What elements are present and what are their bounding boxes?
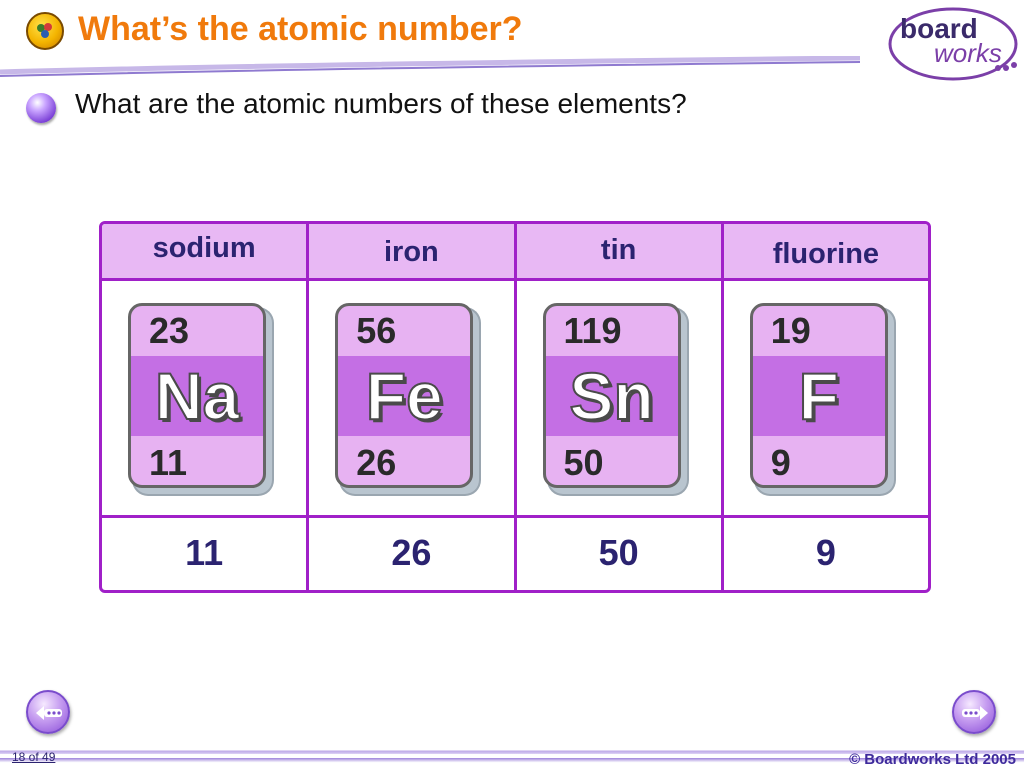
tile-cell: 23 Na 11 <box>102 281 310 515</box>
element-name: tin <box>600 234 637 266</box>
mass-number: 119 <box>563 310 622 351</box>
answer-value: 26 <box>391 532 432 573</box>
element-symbol: Na <box>154 358 240 434</box>
bullet-icon <box>26 93 56 123</box>
tile-cell: 119 Sn 50 <box>517 281 724 515</box>
tile-cell: 56 Fe 26 <box>309 281 517 515</box>
element-tile-tin: 119 Sn 50 <box>542 303 681 488</box>
page-title: What’s the atomic number? <box>78 10 523 48</box>
boardworks-badge-icon <box>26 12 64 50</box>
answer-cell[interactable]: 26 <box>309 518 517 590</box>
answer-cell[interactable]: 9 <box>724 518 928 590</box>
logo-text-works: works <box>934 38 1002 68</box>
element-symbol: Sn <box>568 358 654 434</box>
element-tile-fluorine: 19 F 9 <box>749 303 888 488</box>
mass-number: 19 <box>770 310 811 351</box>
atomic-number: 11 <box>149 442 188 483</box>
mass-number: 56 <box>356 310 397 351</box>
question-text: What are the atomic numbers of these ele… <box>75 88 687 119</box>
tile-cell: 19 F 9 <box>724 281 928 515</box>
next-arrow-icon <box>962 706 988 720</box>
element-tile-iron: 56 Fe 26 <box>335 303 474 488</box>
title-underline <box>0 56 860 77</box>
atomic-number: 26 <box>356 442 397 483</box>
element-tile-sodium: 23 Na 11 <box>128 303 266 488</box>
header-cell: sodium <box>102 224 310 278</box>
element-symbol: F <box>798 358 840 434</box>
element-name: sodium <box>152 232 256 264</box>
element-name: iron <box>383 236 439 268</box>
element-name: fluorine <box>772 238 880 270</box>
answer-value: 50 <box>598 532 639 573</box>
atomic-number: 50 <box>563 442 604 483</box>
answer-value: 9 <box>815 532 836 573</box>
table-answer-row: 11 26 50 9 <box>102 518 928 590</box>
copyright-text: © Boardworks Ltd 2005 <box>849 751 1016 768</box>
answer-cell[interactable]: 50 <box>517 518 724 590</box>
atomic-number: 9 <box>770 442 791 483</box>
answer-cell[interactable]: 11 <box>102 518 310 590</box>
next-slide-button[interactable] <box>952 690 996 734</box>
mass-number: 23 <box>149 310 190 351</box>
header-cell: fluorine <box>724 224 928 278</box>
answer-value: 11 <box>185 532 224 573</box>
previous-slide-button[interactable] <box>26 690 70 734</box>
header-cell: tin <box>517 224 724 278</box>
table-tiles-row: 23 Na 11 56 Fe 26 119 Sn 50 19 F 9 <box>102 281 928 518</box>
elements-table: sodium iron tin fluorine 23 Na 11 56 Fe <box>99 221 931 593</box>
table-header-row: sodium iron tin fluorine <box>102 224 928 281</box>
prev-arrow-icon <box>36 706 62 720</box>
header-cell: iron <box>309 224 517 278</box>
page-counter[interactable]: 18 of 49 <box>12 750 55 764</box>
element-symbol: Fe <box>365 358 444 434</box>
